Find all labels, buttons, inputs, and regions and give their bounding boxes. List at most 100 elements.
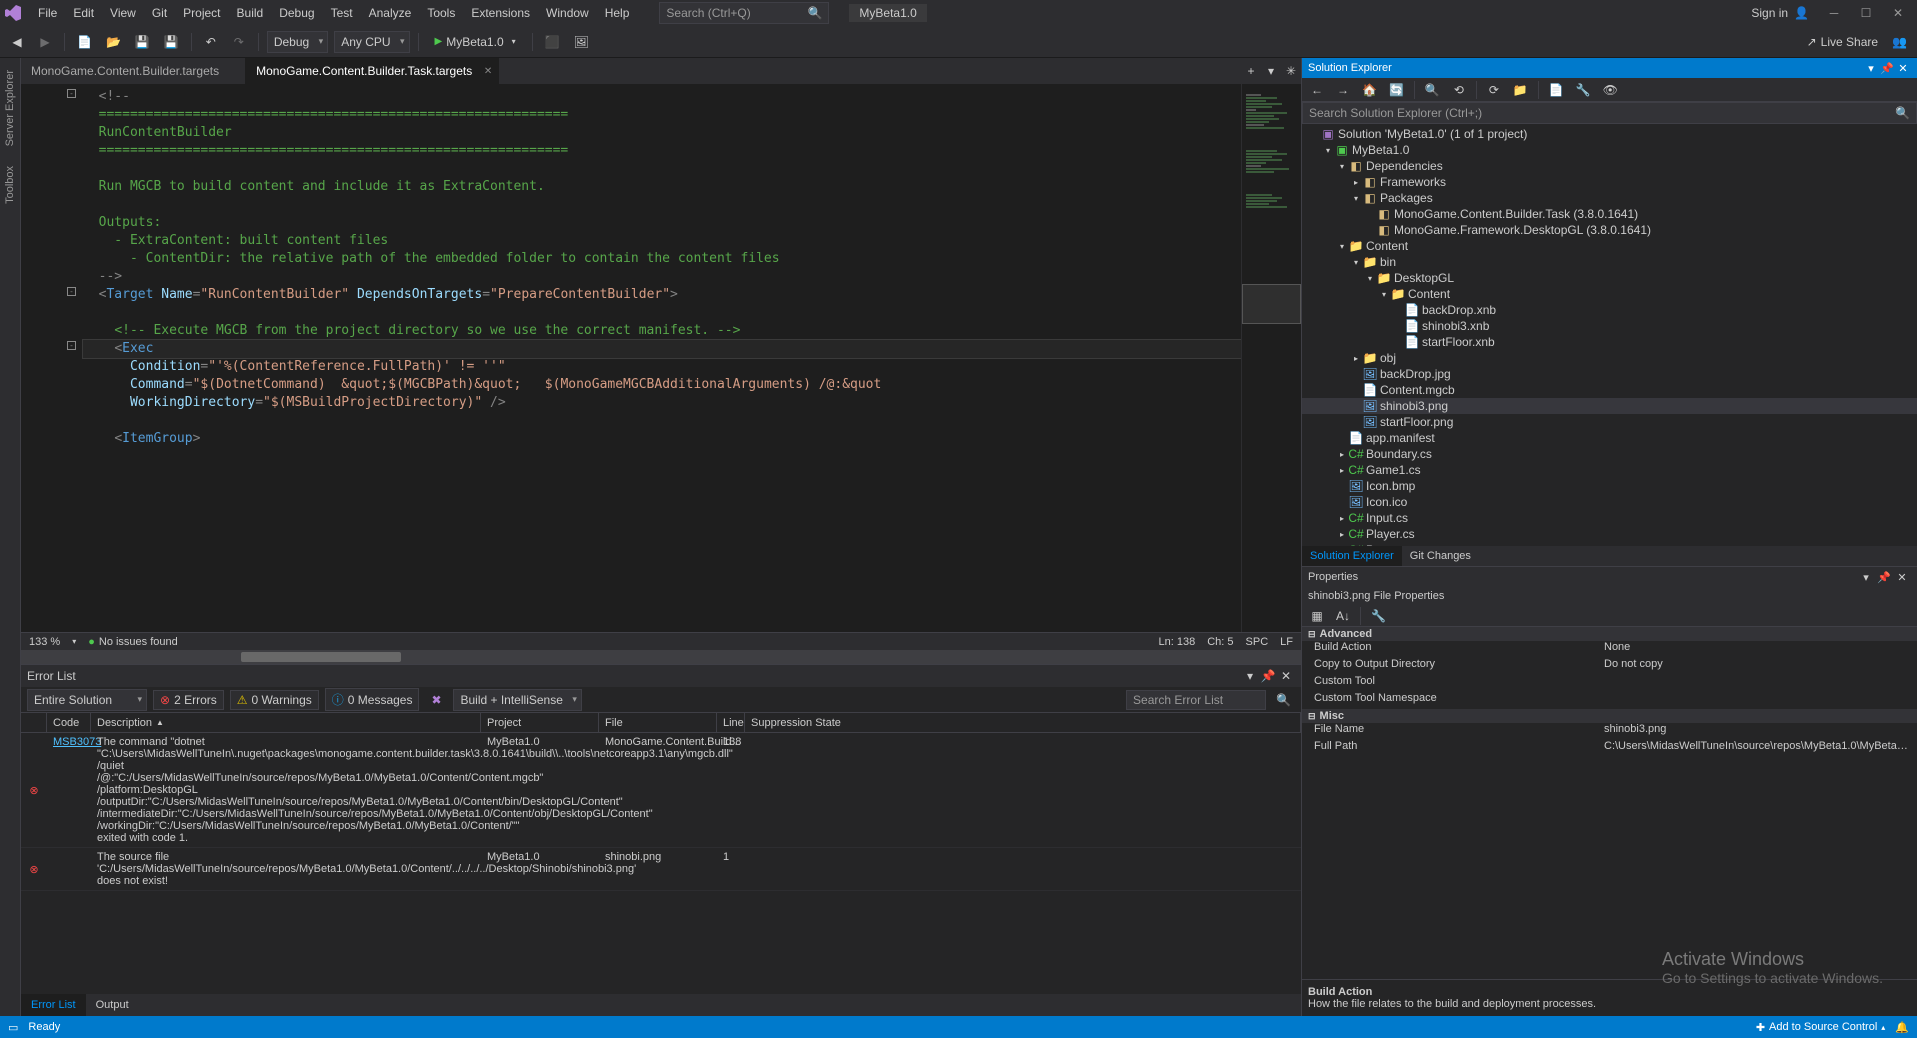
col-file[interactable]: File: [599, 713, 717, 732]
fold-toggle[interactable]: -: [67, 89, 76, 98]
tab-output[interactable]: Output: [86, 994, 139, 1016]
tree-node[interactable]: ◧MonoGame.Content.Builder.Task (3.8.0.16…: [1302, 206, 1917, 222]
search-icon[interactable]: 🔍: [1272, 693, 1295, 707]
props-row[interactable]: Custom Tool Namespace: [1302, 692, 1917, 709]
se-home-button[interactable]: 🏠: [1358, 79, 1381, 101]
platform-dropdown[interactable]: Any CPU: [334, 31, 409, 53]
menu-item-file[interactable]: File: [30, 2, 65, 24]
se-refresh-button[interactable]: ⟳: [1483, 79, 1505, 101]
tree-node[interactable]: 📄startFloor.xnb: [1302, 334, 1917, 350]
minimize-button[interactable]: ─: [1819, 0, 1849, 26]
warnings-filter-chip[interactable]: ⚠ 0 Warnings: [230, 690, 319, 710]
spc-indicator[interactable]: SPC: [1246, 636, 1269, 648]
twisty-icon[interactable]: ▸: [1336, 530, 1348, 539]
tree-node[interactable]: 🖼Icon.ico: [1302, 494, 1917, 510]
props-row[interactable]: Custom Tool: [1302, 675, 1917, 692]
panel-close-button[interactable]: ✕: [1277, 669, 1295, 683]
tree-node[interactable]: ▾◧Packages: [1302, 190, 1917, 206]
twisty-icon[interactable]: ▸: [1336, 514, 1348, 523]
toolbox-tab[interactable]: Toolbox: [2, 160, 18, 210]
tree-node[interactable]: 📄backDrop.xnb: [1302, 302, 1917, 318]
tree-node[interactable]: ▾📁DesktopGL: [1302, 270, 1917, 286]
scrollbar-thumb[interactable]: [241, 652, 401, 662]
document-tab[interactable]: MonoGame.Content.Builder.Task.targets✕: [246, 58, 499, 84]
tab-dropdown-button[interactable]: ▾: [1261, 58, 1281, 84]
error-search-input[interactable]: Search Error List: [1126, 690, 1266, 710]
tab-settings-icon[interactable]: ✳: [1281, 58, 1301, 84]
tree-node[interactable]: 📄Content.mgcb: [1302, 382, 1917, 398]
menu-item-tools[interactable]: Tools: [419, 2, 463, 24]
props-value[interactable]: [1598, 675, 1917, 692]
tab-solution-explorer[interactable]: Solution Explorer: [1302, 546, 1402, 566]
col-line[interactable]: Line: [717, 713, 745, 732]
col-project[interactable]: Project: [481, 713, 599, 732]
build-filter-dropdown[interactable]: Build + IntelliSense: [453, 689, 581, 711]
close-icon[interactable]: ✕: [484, 66, 492, 77]
se-fwd-button[interactable]: →: [1332, 79, 1354, 101]
se-sync-button[interactable]: ⟲: [1448, 79, 1470, 101]
errors-filter-chip[interactable]: ⊗ 2 Errors: [153, 690, 224, 710]
tree-node[interactable]: 🖼backDrop.jpg: [1302, 366, 1917, 382]
col-indicator[interactable]: Ch: 5: [1207, 636, 1233, 648]
twisty-icon[interactable]: ▸: [1350, 354, 1362, 363]
collapse-icon[interactable]: ⊟: [1308, 711, 1316, 722]
se-back-button[interactable]: ←: [1306, 79, 1328, 101]
se-preview-button[interactable]: 👁: [1599, 79, 1622, 101]
props-category[interactable]: ⊟ Advanced: [1302, 627, 1917, 641]
live-share-button[interactable]: ↗ Live Share: [1803, 31, 1882, 53]
props-value[interactable]: Do not copy: [1598, 658, 1917, 675]
nav-back-button[interactable]: ◀: [6, 31, 28, 53]
menu-item-test[interactable]: Test: [323, 2, 361, 24]
messages-filter-chip[interactable]: ⓘ 0 Messages: [325, 688, 420, 711]
toolbar-extra-2[interactable]: 🖼: [570, 31, 593, 53]
zoom-chevron-icon[interactable]: ▾: [72, 637, 76, 646]
props-row[interactable]: Full PathC:\Users\MidasWellTuneIn\source…: [1302, 740, 1917, 757]
menu-item-edit[interactable]: Edit: [65, 2, 102, 24]
props-value[interactable]: C:\Users\MidasWellTuneIn\source\repos\My…: [1598, 740, 1917, 757]
se-switch-views-button[interactable]: 🔄: [1385, 79, 1408, 101]
menu-item-extensions[interactable]: Extensions: [463, 2, 538, 24]
horizontal-scrollbar[interactable]: [21, 650, 1301, 664]
props-alpha-button[interactable]: A↓: [1332, 605, 1354, 627]
menu-item-help[interactable]: Help: [597, 2, 638, 24]
menu-item-analyze[interactable]: Analyze: [361, 2, 420, 24]
tree-node[interactable]: ◧MonoGame.Framework.DesktopGL (3.8.0.164…: [1302, 222, 1917, 238]
new-project-button[interactable]: 📄: [73, 31, 96, 53]
error-row[interactable]: ⊗ The source file 'C:/Users/MidasWellTun…: [21, 848, 1301, 891]
maximize-button[interactable]: ☐: [1851, 0, 1881, 26]
twisty-icon[interactable]: ▸: [1336, 466, 1348, 475]
menu-search-input[interactable]: Search (Ctrl+Q) 🔍: [659, 2, 829, 24]
solution-explorer-search[interactable]: Search Solution Explorer (Ctrl+;) 🔍: [1302, 102, 1917, 124]
toolbar-extra-1[interactable]: ⬛: [541, 31, 564, 53]
add-source-control-button[interactable]: ✚ Add to Source Control ▴: [1756, 1021, 1885, 1034]
panel-dropdown-button[interactable]: ▾: [1241, 669, 1259, 683]
menu-item-window[interactable]: Window: [538, 2, 597, 24]
line-indicator[interactable]: Ln: 138: [1159, 636, 1196, 648]
code-editor[interactable]: - - - <!-- =============================…: [21, 84, 1301, 632]
twisty-icon[interactable]: ▾: [1378, 290, 1390, 299]
props-value[interactable]: shinobi3.png: [1598, 723, 1917, 740]
minimap[interactable]: [1241, 84, 1301, 632]
open-button[interactable]: 📂: [102, 31, 125, 53]
menu-item-debug[interactable]: Debug: [271, 2, 322, 24]
menu-item-build[interactable]: Build: [229, 2, 272, 24]
tab-git-changes[interactable]: Git Changes: [1402, 546, 1479, 566]
notifications-button[interactable]: 🔔: [1895, 1021, 1909, 1034]
config-dropdown[interactable]: Debug: [267, 31, 328, 53]
tree-node[interactable]: 🖼Icon.bmp: [1302, 478, 1917, 494]
tree-node[interactable]: 🖼startFloor.png: [1302, 414, 1917, 430]
twisty-icon[interactable]: ▾: [1322, 146, 1334, 155]
tree-node[interactable]: 📄app.manifest: [1302, 430, 1917, 446]
col-suppression[interactable]: Suppression State: [745, 713, 1301, 732]
tree-node[interactable]: ▾◧Dependencies: [1302, 158, 1917, 174]
menu-item-view[interactable]: View: [102, 2, 144, 24]
error-code[interactable]: [47, 848, 91, 890]
se-show-all-button[interactable]: 📄: [1545, 79, 1568, 101]
se-close-button[interactable]: ✕: [1895, 62, 1911, 75]
se-pending-button[interactable]: 🔍: [1421, 79, 1444, 101]
redo-button[interactable]: ↷: [228, 31, 250, 53]
tree-node[interactable]: ▾📁Content: [1302, 286, 1917, 302]
twisty-icon[interactable]: ▾: [1364, 274, 1376, 283]
fold-toggle[interactable]: -: [67, 287, 76, 296]
col-code[interactable]: Code: [47, 713, 91, 732]
